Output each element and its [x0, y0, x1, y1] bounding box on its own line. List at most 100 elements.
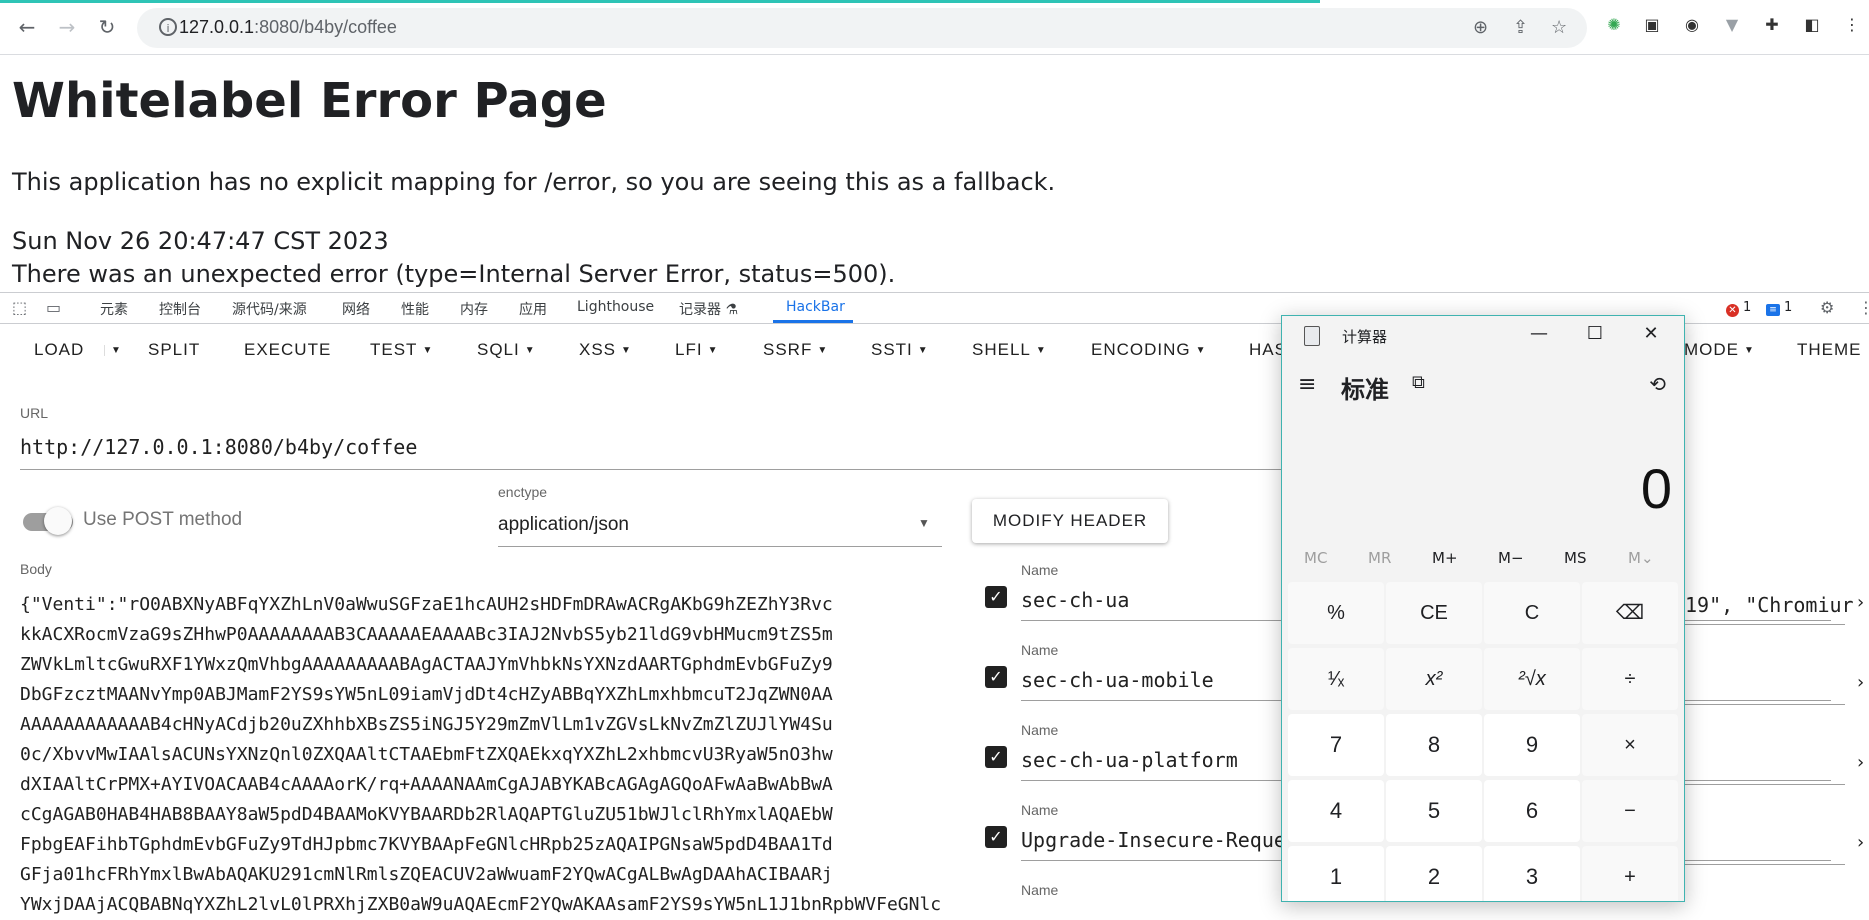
tab-network[interactable]: 网络 — [342, 299, 370, 319]
extension-gear-icon[interactable]: ✺ — [1603, 14, 1625, 36]
extension-h-icon[interactable]: ▣ — [1641, 14, 1663, 36]
body-textarea[interactable]: {"Venti":"rO0ABXNyABFqYXZhLnV0aWwuSGFzaE… — [20, 590, 940, 920]
square-root-key[interactable]: ²√x — [1484, 648, 1580, 710]
percent-key[interactable]: % — [1288, 582, 1384, 644]
extensions-puzzle-icon[interactable]: ✚ — [1761, 14, 1783, 36]
post-method-toggle-knob[interactable] — [44, 507, 72, 535]
header-enabled-checkbox[interactable]: ✓ — [985, 586, 1007, 608]
memory-clear-button[interactable]: MC — [1304, 549, 1327, 567]
header-name-input[interactable]: sec-ch-ua — [1021, 588, 1129, 612]
bookmark-star-icon[interactable]: ☆ — [1551, 17, 1567, 38]
clear-entry-key[interactable]: CE — [1386, 582, 1482, 644]
subtract-key[interactable]: − — [1582, 780, 1678, 842]
digit-9-key[interactable]: 9 — [1484, 714, 1580, 776]
header-value-input[interactable]: 19", "Chromiur — [1685, 593, 1854, 617]
theme-menu[interactable]: THEME — [1797, 340, 1862, 360]
tab-console[interactable]: 控制台 — [159, 299, 201, 319]
inspect-element-icon[interactable]: ⬚ — [12, 298, 27, 317]
ssrf-menu[interactable]: SSRF ▼ — [763, 340, 828, 360]
header-name-input[interactable]: Upgrade-Insecure-Reque — [1021, 828, 1286, 852]
memory-recall-button[interactable]: MR — [1368, 549, 1391, 567]
modify-header-button[interactable]: MODIFY HEADER — [972, 499, 1168, 543]
zoom-icon[interactable]: ⊕ — [1473, 17, 1488, 38]
history-icon[interactable]: ⟲ — [1649, 372, 1666, 396]
site-info-icon[interactable]: i — [159, 18, 177, 36]
message-icon: ≡ — [1766, 304, 1780, 316]
digit-8-key[interactable]: 8 — [1386, 714, 1482, 776]
tab-lighthouse[interactable]: Lighthouse — [577, 299, 654, 315]
load-button[interactable]: LOAD — [34, 340, 84, 360]
address-url[interactable]: 127.0.0.1:8080/b4by/coffee — [179, 17, 397, 38]
side-panel-icon[interactable]: ◧ — [1801, 14, 1823, 36]
xss-menu[interactable]: XSS ▼ — [579, 340, 632, 360]
tab-application[interactable]: 应用 — [519, 299, 547, 319]
back-icon[interactable]: ← — [14, 14, 40, 40]
load-dropdown-icon[interactable]: ▼ — [104, 345, 122, 356]
ssti-menu[interactable]: SSTI ▼ — [871, 340, 929, 360]
shell-menu[interactable]: SHELL ▼ — [972, 340, 1047, 360]
memory-store-button[interactable]: MS — [1564, 549, 1586, 567]
devtools-menu-icon[interactable]: ⋮ — [1858, 298, 1869, 317]
close-icon[interactable]: ✕ — [1636, 322, 1666, 346]
url-field[interactable]: http://127.0.0.1:8080/b4by/coffee — [20, 435, 417, 459]
clear-key[interactable]: C — [1484, 582, 1580, 644]
header-enabled-checkbox[interactable]: ✓ — [985, 746, 1007, 768]
header-name-label: Name — [1021, 562, 1059, 578]
digit-2-key[interactable]: 2 — [1386, 846, 1482, 901]
enctype-select[interactable]: application/json — [498, 514, 629, 536]
sqli-menu[interactable]: SQLI ▼ — [477, 340, 536, 360]
chevron-right-icon[interactable]: › — [1857, 832, 1864, 853]
dropdown-caret-icon[interactable]: ▼ — [918, 516, 930, 530]
digit-4-key[interactable]: 4 — [1288, 780, 1384, 842]
chevron-right-icon[interactable]: › — [1857, 592, 1864, 613]
keep-on-top-icon[interactable]: ⧉ — [1412, 372, 1425, 393]
chevron-right-icon[interactable]: › — [1857, 752, 1864, 773]
tab-sources[interactable]: 源代码/来源 — [232, 299, 307, 319]
reciprocal-key[interactable]: ¹⁄ₓ — [1288, 648, 1384, 710]
maximize-icon[interactable]: ☐ — [1580, 322, 1610, 346]
tab-elements[interactable]: 元素 — [100, 299, 128, 319]
message-count-badge[interactable]: ≡ 1 — [1766, 300, 1792, 316]
device-toolbar-icon[interactable]: ▭ — [46, 298, 61, 317]
backspace-key[interactable]: ⌫ — [1582, 582, 1678, 644]
lfi-menu[interactable]: LFI ▼ — [675, 340, 718, 360]
divide-key[interactable]: ÷ — [1582, 648, 1678, 710]
error-message: This application has no explicit mapping… — [12, 168, 1056, 196]
execute-button[interactable]: EXECUTE — [244, 340, 331, 360]
header-enabled-checkbox[interactable]: ✓ — [985, 666, 1007, 688]
extension-circle-icon[interactable]: ◉ — [1681, 14, 1703, 36]
hamburger-menu-icon[interactable]: ≡ — [1298, 372, 1316, 397]
memory-subtract-button[interactable]: M− — [1498, 549, 1524, 567]
add-key[interactable]: + — [1582, 846, 1678, 901]
minimize-icon[interactable]: — — [1524, 322, 1554, 346]
tab-hackbar[interactable]: HackBar — [786, 299, 845, 315]
address-bar[interactable]: i 127.0.0.1:8080/b4by/coffee ⊕ ⇪ ☆ — [137, 8, 1587, 48]
forward-icon[interactable]: → — [54, 14, 80, 40]
digit-3-key[interactable]: 3 — [1484, 846, 1580, 901]
tab-recorder[interactable]: 记录器 ⚗ — [679, 299, 738, 319]
reload-icon[interactable]: ↻ — [94, 14, 120, 40]
memory-add-button[interactable]: M+ — [1432, 549, 1458, 567]
digit-1-key[interactable]: 1 — [1288, 846, 1384, 901]
multiply-key[interactable]: × — [1582, 714, 1678, 776]
encoding-menu[interactable]: ENCODING ▼ — [1091, 340, 1207, 360]
share-icon[interactable]: ⇪ — [1513, 17, 1528, 38]
mode-menu[interactable]: MODE ▼ — [1684, 340, 1755, 360]
tab-performance[interactable]: 性能 — [401, 299, 429, 319]
header-name-input[interactable]: sec-ch-ua-mobile — [1021, 668, 1214, 692]
extension-v-icon[interactable]: ▼ — [1721, 14, 1743, 36]
memory-list-button[interactable]: M⌄ — [1628, 549, 1654, 567]
tab-memory[interactable]: 内存 — [460, 299, 488, 319]
header-enabled-checkbox[interactable]: ✓ — [985, 826, 1007, 848]
menu-icon[interactable]: ⋮ — [1841, 14, 1863, 36]
digit-5-key[interactable]: 5 — [1386, 780, 1482, 842]
settings-gear-icon[interactable]: ⚙ — [1820, 298, 1834, 317]
digit-6-key[interactable]: 6 — [1484, 780, 1580, 842]
test-menu[interactable]: TEST ▼ — [370, 340, 433, 360]
chevron-right-icon[interactable]: › — [1857, 672, 1864, 693]
header-name-input[interactable]: sec-ch-ua-platform — [1021, 748, 1238, 772]
split-button[interactable]: SPLIT — [148, 340, 200, 360]
digit-7-key[interactable]: 7 — [1288, 714, 1384, 776]
square-key[interactable]: x² — [1386, 648, 1482, 710]
error-count-badge[interactable]: ✕ 1 — [1726, 300, 1751, 317]
